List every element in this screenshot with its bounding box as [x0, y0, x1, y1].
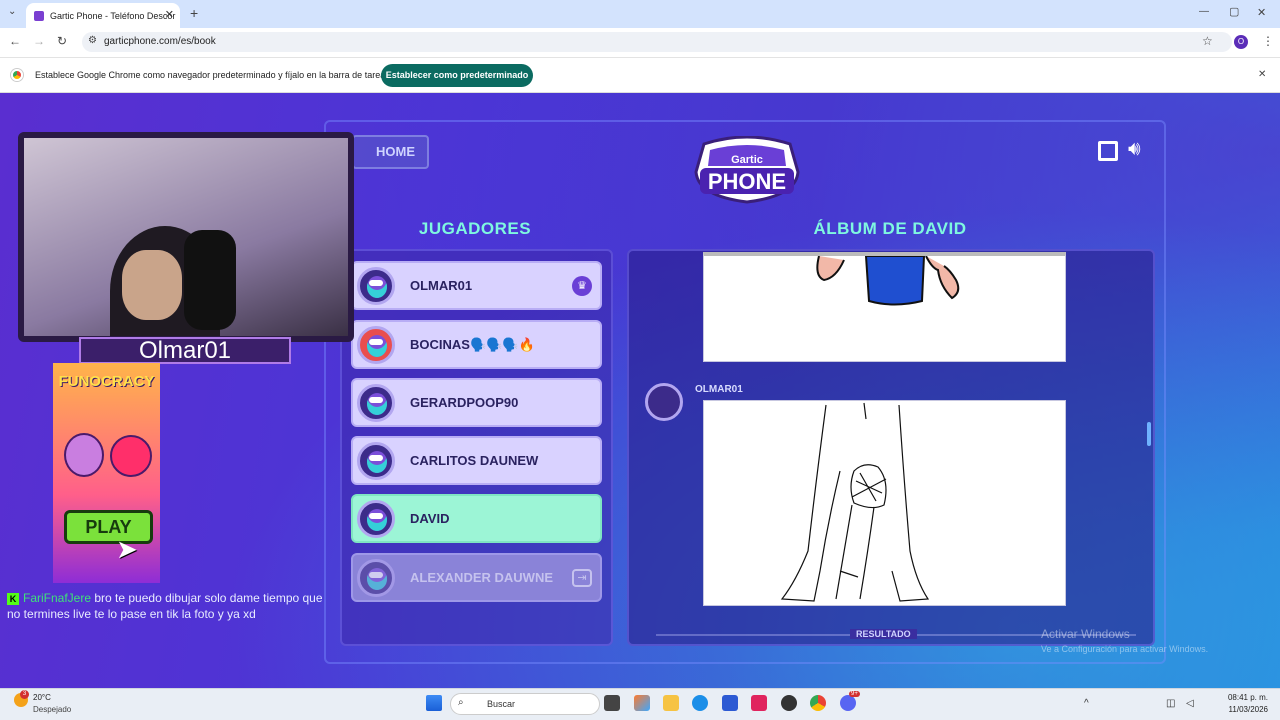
- chrome-taskbar-icon[interactable]: [810, 695, 826, 711]
- gartic-favicon-icon: [34, 10, 44, 21]
- discord-icon[interactable]: [840, 695, 856, 711]
- back-icon[interactable]: ←: [9, 34, 21, 48]
- maximize-button[interactable]: ▢: [1229, 5, 1239, 18]
- file-explorer-icon[interactable]: [663, 695, 679, 711]
- logo-small-text: Gartic: [731, 154, 763, 166]
- player-row: CARLITOS DAUNEW: [351, 436, 602, 485]
- watermark-line1: Activar Windows: [1041, 627, 1130, 641]
- chrome-logo-icon: [11, 69, 23, 81]
- menu-dots-icon[interactable]: ⋮: [1262, 34, 1274, 48]
- minimize-button[interactable]: —: [1199, 6, 1209, 17]
- player-avatar: [357, 558, 395, 597]
- player-avatar: [357, 441, 395, 480]
- player-avatar: [357, 383, 395, 422]
- new-tab-button[interactable]: +: [190, 5, 198, 21]
- ad-brand: FUNOCRACY: [58, 373, 155, 390]
- reload-icon[interactable]: ↻: [57, 34, 67, 48]
- webcam-face: [122, 250, 182, 320]
- player-row-active: DAVID: [351, 494, 602, 543]
- screen: ⌄ Gartic Phone - Teléfono Descor ✕ + — ▢…: [0, 0, 1280, 720]
- bookmark-star-icon[interactable]: ☆: [1202, 34, 1213, 48]
- album-author-name: OLMAR01: [695, 384, 743, 395]
- album-drawing: [703, 400, 1066, 606]
- edge-icon[interactable]: [692, 695, 708, 711]
- players-title: JUGADORES: [418, 219, 532, 238]
- weather-desc: Despejado: [33, 705, 72, 714]
- infobar-message: Establece Google Chrome como navegador p…: [35, 70, 390, 80]
- album-scrollbar[interactable]: [1147, 422, 1151, 446]
- store-icon[interactable]: [722, 695, 738, 711]
- windows-start-icon[interactable]: [426, 695, 442, 711]
- ad-play-button[interactable]: PLAY: [64, 510, 153, 544]
- cursor-icon: ➤: [116, 534, 138, 564]
- kick-badge-icon: K: [7, 593, 19, 605]
- clock-date[interactable]: 11/03/2026: [1214, 705, 1268, 714]
- crown-icon: ♛: [572, 276, 592, 296]
- ad-banner: FUNOCRACY: [53, 363, 160, 583]
- site-info-icon[interactable]: ⚙: [88, 35, 97, 46]
- webcam-chair: [184, 230, 236, 330]
- forward-icon[interactable]: →: [33, 34, 45, 48]
- ad-character-icon: [64, 433, 104, 477]
- gartic-phone-logo: Gartic PHONE: [690, 135, 804, 206]
- author-avatar: [645, 383, 683, 421]
- infobar-close-icon[interactable]: ✕: [1258, 69, 1266, 80]
- set-default-button[interactable]: Establecer como predeterminado: [381, 64, 533, 87]
- album-title: ÁLBUM DE DAVID: [813, 219, 967, 238]
- network-icon[interactable]: ◫: [1166, 698, 1175, 709]
- search-icon: ⌕: [458, 697, 464, 708]
- browser-tab[interactable]: Gartic Phone - Teléfono Descor ✕: [26, 3, 180, 28]
- copilot-icon[interactable]: [634, 695, 650, 711]
- taskbar-search[interactable]: Buscar: [450, 693, 600, 715]
- player-row: GERARDPOOP90: [351, 378, 602, 427]
- player-name: BOCINAS🗣️🗣️🗣️🔥: [410, 336, 535, 352]
- url-field[interactable]: garticphone.com/es/book: [82, 32, 1232, 52]
- player-name: ALEXANDER DAUWNE: [410, 570, 553, 585]
- chat-username: FariFnafJere: [23, 591, 92, 605]
- ad-character-icon: [110, 435, 152, 477]
- player-row: OLMAR01 ♛: [351, 261, 602, 310]
- streamer-name: Olmar01: [79, 337, 291, 364]
- home-button[interactable]: HOME: [352, 135, 429, 169]
- weather-temp: 20°C: [33, 693, 51, 702]
- player-row: BOCINAS🗣️🗣️🗣️🔥: [351, 320, 602, 369]
- task-view-icon[interactable]: [604, 695, 620, 711]
- tab-close-icon[interactable]: ✕: [165, 8, 174, 21]
- fullscreen-icon[interactable]: [1098, 141, 1118, 161]
- clock-time[interactable]: 08:41 p. m.: [1214, 693, 1268, 702]
- album-drawing-top: [703, 252, 1066, 362]
- volume-tray-icon[interactable]: ◁: [1186, 698, 1194, 709]
- player-row-disconnected: ALEXANDER DAUWNE ⇥: [351, 553, 602, 602]
- player-name: CARLITOS DAUNEW: [410, 453, 539, 468]
- result-label: RESULTADO: [850, 629, 917, 639]
- logo-main-text: PHONE: [708, 169, 786, 194]
- exit-icon: ⇥: [572, 569, 592, 587]
- profile-avatar[interactable]: O: [1234, 35, 1248, 49]
- home-label: HOME: [376, 144, 415, 159]
- player-name: GERARDPOOP90: [410, 395, 519, 410]
- watermark-line2: Ve a Configuración para activar Windows.: [1041, 644, 1209, 654]
- search-placeholder: Buscar: [487, 699, 516, 709]
- player-name: OLMAR01: [410, 278, 473, 293]
- webcam-overlay: [18, 132, 354, 342]
- discord-badge: 9+: [849, 691, 860, 697]
- url-text: garticphone.com/es/book: [104, 36, 216, 47]
- tiktok-icon[interactable]: [751, 695, 767, 711]
- tab-list-icon[interactable]: ⌄: [8, 6, 16, 17]
- volume-icon[interactable]: 🔊︎: [1128, 138, 1141, 161]
- player-avatar: [357, 499, 395, 538]
- player-avatar: [357, 325, 395, 364]
- tray-chevron-icon[interactable]: ^: [1084, 698, 1089, 709]
- obs-icon[interactable]: [781, 695, 797, 711]
- stream-chat-message: K FariFnafJere bro te puedo dibujar solo …: [7, 590, 337, 622]
- weather-badge: 3: [20, 690, 29, 699]
- player-name: DAVID: [410, 511, 450, 526]
- tab-title: Gartic Phone - Teléfono Descor: [50, 10, 176, 21]
- close-window-button[interactable]: ✕: [1257, 6, 1266, 19]
- player-avatar: [357, 266, 395, 305]
- windows-activation-watermark: Activar Windows Ve a Configuración para …: [1041, 627, 1208, 657]
